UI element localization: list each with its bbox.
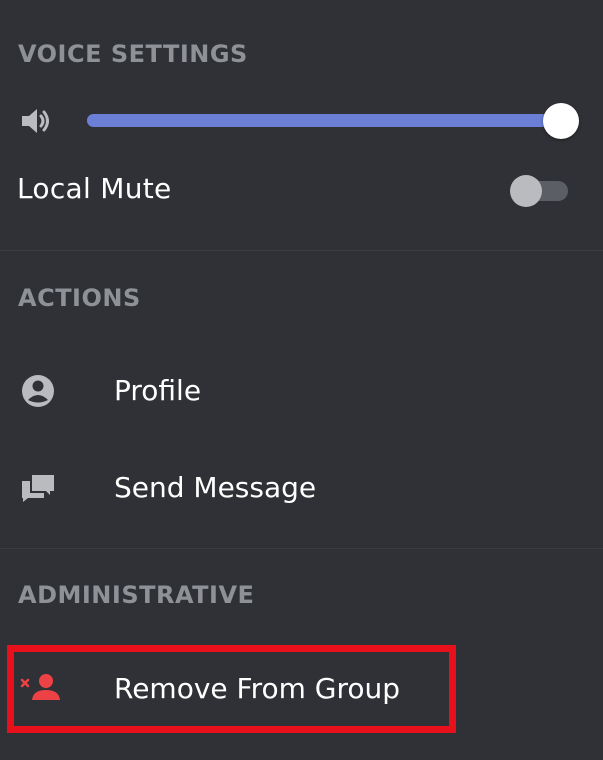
user-context-panel: VOICE SETTINGS Local Mute ACTIONS Profil… <box>0 0 603 760</box>
speaker-icon <box>20 106 54 136</box>
toggle-thumb <box>510 175 542 207</box>
local-mute-row: Local Mute <box>0 164 603 218</box>
divider <box>0 548 603 549</box>
highlight-annotation-box <box>7 645 456 733</box>
local-mute-label: Local Mute <box>17 172 172 205</box>
local-mute-toggle[interactable] <box>510 174 568 207</box>
administrative-header: ADMINISTRATIVE <box>18 581 255 609</box>
volume-slider-thumb[interactable] <box>543 103 579 139</box>
menu-item-send-message[interactable]: Send Message <box>0 453 603 523</box>
message-icon <box>20 471 56 505</box>
volume-slider[interactable] <box>87 103 579 139</box>
menu-item-label: Send Message <box>114 471 317 504</box>
menu-item-label: Profile <box>114 374 202 407</box>
menu-item-profile[interactable]: Profile <box>0 356 603 426</box>
actions-header: ACTIONS <box>18 284 141 312</box>
divider <box>0 250 603 251</box>
volume-row <box>0 96 603 148</box>
voice-settings-header: VOICE SETTINGS <box>18 40 248 68</box>
profile-icon <box>20 374 56 408</box>
volume-slider-fill <box>87 114 561 127</box>
